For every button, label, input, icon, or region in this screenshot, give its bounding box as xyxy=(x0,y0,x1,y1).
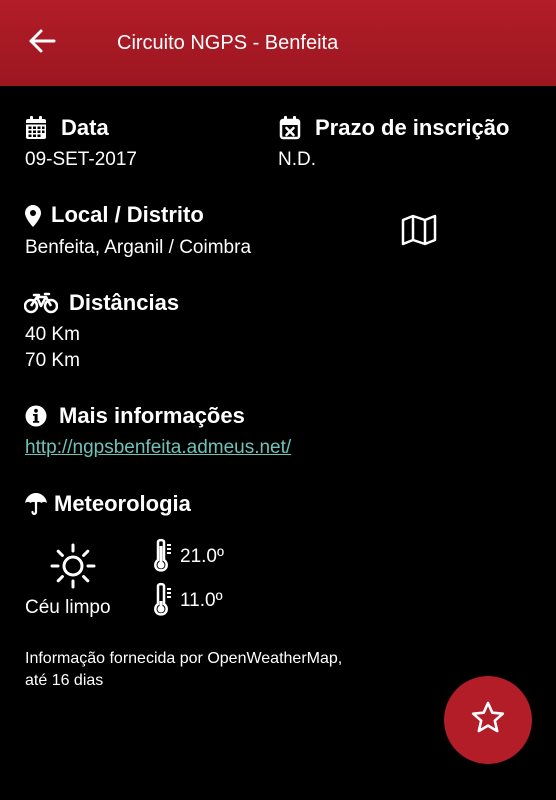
location-value: Benfeita, Arganil / Coimbra xyxy=(25,237,252,258)
date-label: Data xyxy=(61,115,109,140)
info-icon xyxy=(24,404,48,428)
map-pin-icon xyxy=(24,204,42,228)
deadline-label: Prazo de inscrição xyxy=(315,115,510,140)
sun-icon xyxy=(50,543,96,589)
star-icon xyxy=(470,700,506,741)
thermometer-high-icon xyxy=(152,538,174,574)
app-bar: Circuito NGPS - Benfeita xyxy=(0,0,556,86)
weather-attribution-line2: até 16 dias xyxy=(25,672,104,689)
weather-attribution: Informação fornecida por OpenWeatherMap, xyxy=(25,650,343,667)
max-temp: 21.0º xyxy=(180,546,224,567)
distance-item: 70 Km xyxy=(25,350,80,371)
back-button[interactable] xyxy=(22,25,62,61)
distances-label: Distâncias xyxy=(69,290,180,315)
favorite-fab-button[interactable] xyxy=(444,676,532,764)
min-temp: 11.0º xyxy=(180,590,223,611)
calendar-x-icon xyxy=(278,116,302,140)
date-value: 09-SET-2017 xyxy=(25,149,137,170)
distance-item: 40 Km xyxy=(25,324,80,345)
page-title: Circuito NGPS - Benfeita xyxy=(117,32,339,54)
arrow-left-icon xyxy=(28,29,56,58)
deadline-value: N.D. xyxy=(278,149,316,170)
thermometer-low-icon xyxy=(152,582,174,618)
umbrella-icon xyxy=(24,492,48,516)
more-info-link[interactable]: http://ngpsbenfeita.admeus.net/ xyxy=(25,435,291,460)
calendar-icon xyxy=(24,116,48,140)
location-label: Local / Distrito xyxy=(51,202,204,227)
more-info-label: Mais informações xyxy=(59,403,245,428)
map-icon[interactable] xyxy=(400,213,438,247)
weather-condition: Céu limpo xyxy=(25,597,111,618)
weather-label: Meteorologia xyxy=(54,491,191,516)
bicycle-icon xyxy=(24,291,58,315)
